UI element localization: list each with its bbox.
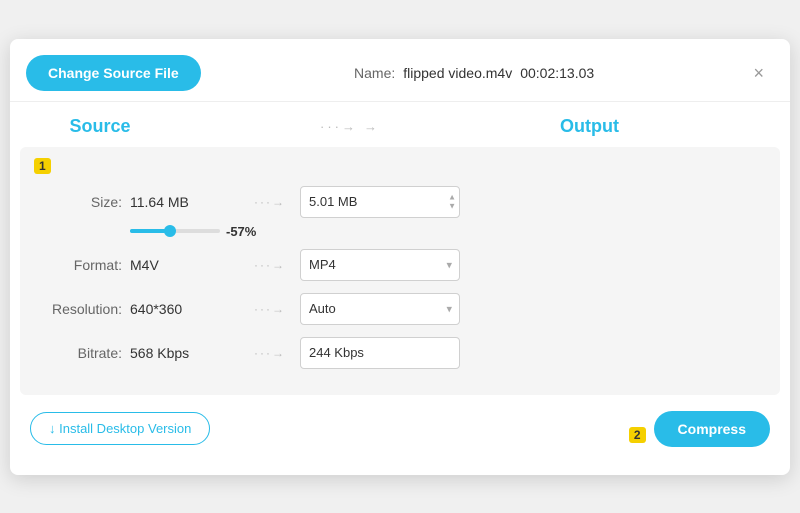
source-label: Source — [40, 116, 160, 137]
slider-container[interactable]: -57% — [130, 224, 256, 239]
resolution-source-value: 640*360 — [130, 301, 240, 317]
format-arrow: ···→ — [240, 258, 300, 272]
source-output-header: Source ···→ → Output — [40, 102, 760, 147]
slider-percent: -57% — [226, 224, 256, 239]
bitrate-label: Bitrate: — [30, 345, 130, 361]
close-button[interactable]: × — [747, 62, 770, 84]
size-increment[interactable]: ▲ — [448, 193, 456, 201]
resolution-arrow: ···→ — [240, 302, 300, 316]
main-window: Change Source File Name: flipped video.m… — [10, 39, 790, 475]
format-output: MP4 MKV AVI MOV WMV ▾ — [300, 249, 770, 281]
badge-1: 1 — [34, 158, 51, 174]
format-label: Format: — [30, 257, 130, 273]
compress-button[interactable]: Compress — [654, 411, 770, 447]
resolution-output: Auto 1920*1080 1280*720 640*360 480*270 … — [300, 293, 770, 325]
install-desktop-button[interactable]: ↓ Install Desktop Version — [30, 412, 210, 445]
format-source-value: M4V — [130, 257, 240, 273]
size-arrow: ···→ — [240, 195, 300, 209]
size-source-value: 11.64 MB — [130, 194, 240, 210]
compress-area: 2 Compress — [629, 411, 770, 447]
source-output-arrow: ···→ → — [160, 119, 540, 134]
resolution-label: Resolution: — [30, 301, 130, 317]
filename: flipped video.m4v — [403, 65, 512, 81]
name-label: Name: — [354, 65, 395, 81]
format-row: Format: M4V ···→ MP4 MKV AVI MOV WMV ▾ — [30, 243, 770, 287]
slider-row: -57% — [30, 224, 770, 243]
file-info: Name: flipped video.m4v 00:02:13.03 — [354, 65, 594, 81]
bitrate-arrow: ···→ — [240, 346, 300, 360]
change-source-button[interactable]: Change Source File — [26, 55, 201, 91]
bitrate-input[interactable] — [300, 337, 460, 369]
bitrate-row: Bitrate: 568 Kbps ···→ — [30, 331, 770, 375]
size-label: Size: — [30, 194, 130, 210]
header: Change Source File Name: flipped video.m… — [10, 39, 790, 102]
resolution-select[interactable]: Auto 1920*1080 1280*720 640*360 480*270 — [300, 293, 460, 325]
duration: 00:02:13.03 — [520, 65, 594, 81]
size-spinner: ▲ ▼ — [448, 193, 456, 210]
output-label: Output — [540, 116, 760, 137]
resolution-select-wrapper: Auto 1920*1080 1280*720 640*360 480*270 … — [300, 293, 460, 325]
slider-track — [130, 229, 220, 233]
resolution-row: Resolution: 640*360 ···→ Auto 1920*1080 … — [30, 287, 770, 331]
size-input-wrapper: ▲ ▼ — [300, 186, 460, 218]
content-area: 1 Size: 11.64 MB ···→ ▲ ▼ — [20, 147, 780, 395]
size-input[interactable] — [300, 186, 460, 218]
bitrate-source-value: 568 Kbps — [130, 345, 240, 361]
size-row: Size: 11.64 MB ···→ ▲ ▼ — [30, 180, 770, 224]
size-output: ▲ ▼ — [300, 186, 770, 218]
format-select[interactable]: MP4 MKV AVI MOV WMV — [300, 249, 460, 281]
badge-2: 2 — [629, 427, 646, 443]
format-select-wrapper: MP4 MKV AVI MOV WMV ▾ — [300, 249, 460, 281]
slider-fill — [130, 229, 166, 233]
bitrate-output — [300, 337, 770, 369]
slider-thumb[interactable] — [164, 225, 176, 237]
footer: ↓ Install Desktop Version 2 Compress — [10, 395, 790, 451]
size-decrement[interactable]: ▼ — [448, 202, 456, 210]
